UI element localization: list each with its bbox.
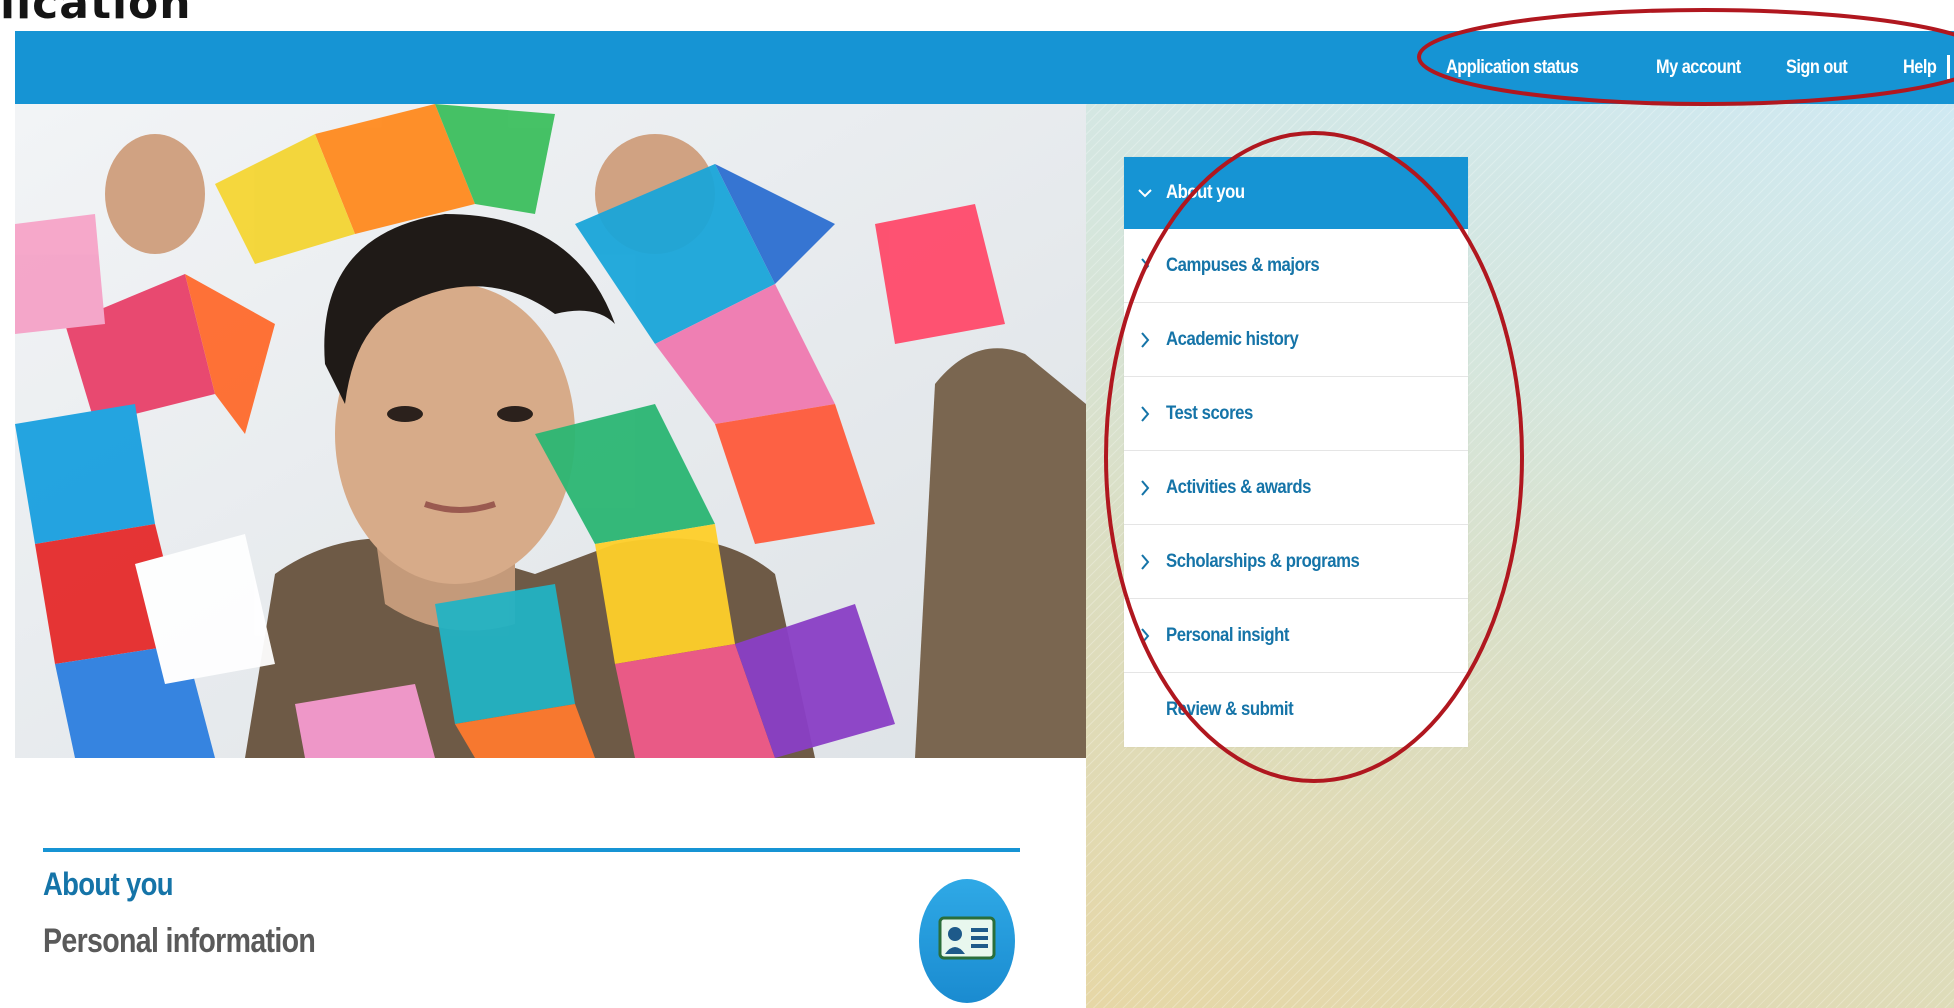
id-card-icon [919, 879, 1015, 1003]
chevron-right-icon [1141, 627, 1150, 644]
step-review-submit[interactable]: Review & submit [1124, 673, 1468, 747]
section-title: About you [43, 866, 174, 902]
step-label: Campuses & majors [1166, 254, 1320, 276]
step-label: Personal insight [1166, 624, 1290, 646]
step-academic-history[interactable]: Academic history [1124, 303, 1468, 377]
top-navbar: Application status My account Sign out H… [15, 31, 1954, 104]
hero-photo [15, 104, 1086, 758]
step-label: About you [1166, 182, 1245, 203]
step-about-you[interactable]: About you [1124, 157, 1468, 229]
chevron-down-icon [1138, 189, 1152, 198]
chevron-right-icon [1141, 257, 1150, 274]
step-activities-awards[interactable]: Activities & awards [1124, 451, 1468, 525]
step-label: Activities & awards [1166, 476, 1311, 498]
step-scholarships-programs[interactable]: Scholarships & programs [1124, 525, 1468, 599]
step-label: Scholarships & programs [1166, 550, 1360, 572]
hero-photo-illustration [15, 104, 1086, 758]
chevron-right-icon [1141, 553, 1150, 570]
chevron-right-icon [1141, 331, 1150, 348]
step-label: Review & submit [1166, 699, 1294, 720]
nav-application-status-link[interactable]: Application status [1446, 57, 1579, 79]
nav-sign-out-link[interactable]: Sign out [1786, 57, 1848, 79]
step-personal-insight[interactable]: Personal insight [1124, 599, 1468, 673]
chevron-right-icon [1141, 405, 1150, 422]
section-subtitle: Personal information [43, 922, 316, 960]
step-campuses-majors[interactable]: Campuses & majors [1124, 229, 1468, 303]
step-spacer [1138, 700, 1152, 720]
page-heading: lication [0, 0, 192, 29]
nav-help-link[interactable]: Help [1903, 57, 1937, 79]
step-label: Academic history [1166, 328, 1299, 350]
step-label: Test scores [1166, 402, 1253, 424]
chevron-right-icon [1141, 479, 1150, 496]
nav-my-account-link[interactable]: My account [1656, 57, 1741, 79]
section-divider [43, 848, 1020, 852]
nav-divider [1947, 55, 1950, 79]
step-test-scores[interactable]: Test scores [1124, 377, 1468, 451]
application-steps-menu: About you Campuses & majors Academic his… [1124, 157, 1468, 747]
